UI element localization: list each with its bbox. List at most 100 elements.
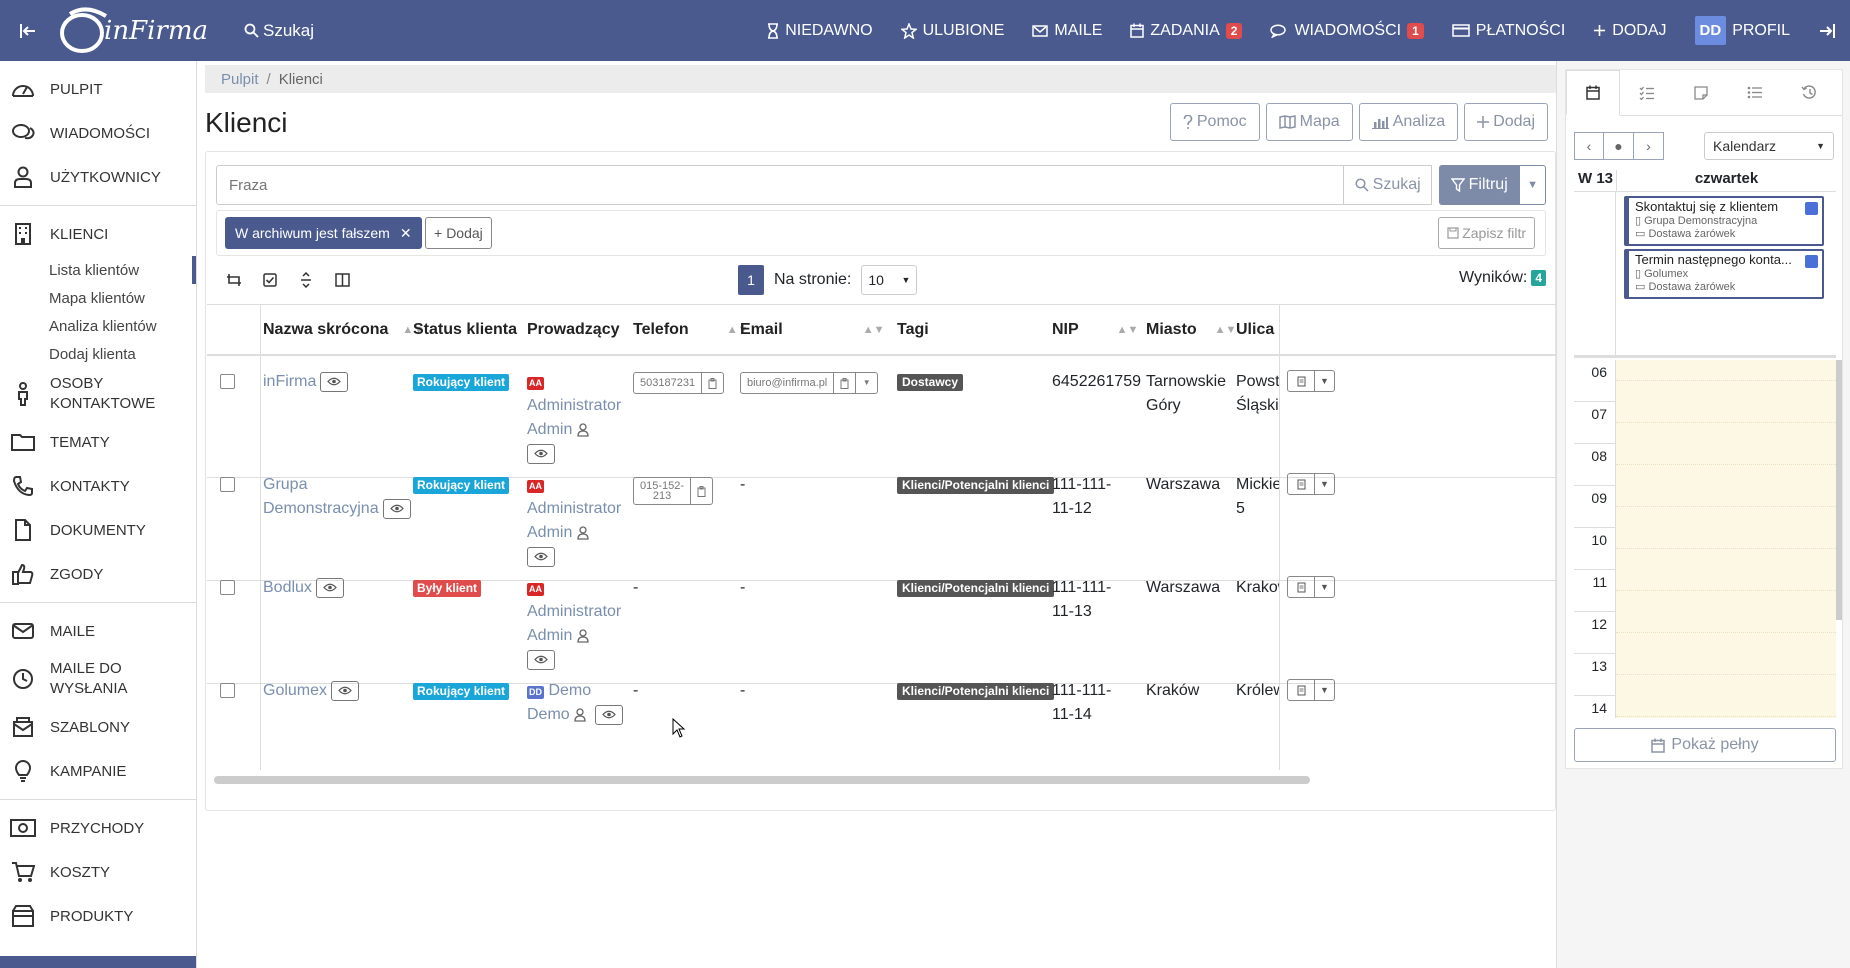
sidebar-item-dokumenty[interactable]: DOKUMENTY bbox=[0, 508, 196, 552]
owner-first-name[interactable]: Administrator bbox=[527, 500, 621, 517]
save-filter-button[interactable]: Zapisz filtr bbox=[1438, 217, 1535, 249]
header-phone[interactable]: Telefon ▲▼ bbox=[633, 305, 748, 355]
calendar-event[interactable]: Skontaktuj się z klientem ▯ Grupa Demons… bbox=[1624, 196, 1824, 246]
sidebar-item-klienci[interactable]: KLIENCI bbox=[0, 212, 196, 256]
calendar-view-select[interactable]: Kalendarz ▼ bbox=[1704, 132, 1834, 160]
hour-slot[interactable]: 07 bbox=[1574, 402, 1836, 444]
owner-last-name[interactable]: Admin bbox=[527, 421, 572, 438]
row-checkbox[interactable] bbox=[220, 683, 235, 698]
hour-slot[interactable]: 09 bbox=[1574, 486, 1836, 528]
hour-slot[interactable]: 06 bbox=[1574, 360, 1836, 402]
horizontal-scrollbar[interactable] bbox=[214, 776, 1310, 784]
owner-last-name[interactable]: Admin bbox=[527, 524, 572, 541]
sidebar-item-maile-do-wyslania[interactable]: MAILE DO WYSŁANIA bbox=[0, 653, 196, 705]
sidebar-item-uzytkownicy[interactable]: UŻYTKOWNICY bbox=[0, 155, 196, 199]
reorder-columns-button[interactable] bbox=[216, 273, 252, 287]
tab-tasks[interactable] bbox=[1620, 70, 1674, 115]
hour-slot[interactable]: 11 bbox=[1574, 570, 1836, 612]
row-checkbox[interactable] bbox=[220, 477, 235, 492]
client-name-link[interactable]: Golumex bbox=[263, 682, 327, 699]
nav-payments[interactable]: PŁATNOŚCI bbox=[1438, 0, 1580, 61]
preview-button[interactable] bbox=[315, 577, 344, 598]
sidebar-item-przychody[interactable]: PRZYCHODY bbox=[0, 806, 196, 850]
sidebar-item-pulpit[interactable]: PULPIT bbox=[0, 67, 196, 111]
sidebar-sub-dodaj-klienta[interactable]: Dodaj klienta bbox=[0, 340, 196, 368]
search-button[interactable]: Szukaj bbox=[1344, 165, 1433, 205]
tab-list[interactable] bbox=[1728, 70, 1782, 115]
map-button[interactable]: Mapa bbox=[1265, 103, 1353, 141]
clipboard-icon[interactable] bbox=[701, 373, 723, 393]
client-name-link[interactable]: Bodlux bbox=[263, 579, 312, 596]
client-name-line-2[interactable]: Demonstracyjna bbox=[263, 500, 379, 517]
sidebar-item-produkty[interactable]: PRODUKTY bbox=[0, 894, 196, 938]
filter-chip-archive[interactable]: W archiwum jest fałszem ✕ bbox=[225, 217, 422, 249]
preview-button[interactable] bbox=[331, 680, 360, 701]
row-edit-button[interactable] bbox=[1287, 679, 1315, 701]
tab-calendar[interactable] bbox=[1566, 70, 1620, 116]
owner-first-name[interactable]: Administrator bbox=[527, 397, 621, 414]
row-edit-button[interactable] bbox=[1287, 473, 1315, 495]
nav-mails[interactable]: MAILE bbox=[1018, 0, 1116, 61]
sidebar-item-wiadomosci[interactable]: WIADOMOŚCI bbox=[0, 111, 196, 155]
calendar-scrollbar[interactable] bbox=[1836, 360, 1842, 620]
columns-button[interactable] bbox=[324, 273, 360, 287]
header-nip[interactable]: NIP ▲▼ bbox=[1052, 305, 1138, 355]
page-1-button[interactable]: 1 bbox=[738, 265, 764, 295]
analysis-button[interactable]: Analiza bbox=[1358, 103, 1459, 141]
preview-button[interactable] bbox=[382, 498, 411, 519]
row-actions-dropdown[interactable]: ▼ bbox=[1315, 473, 1335, 495]
logo[interactable]: inFirma bbox=[56, 0, 216, 61]
nav-messages[interactable]: WIADOMOŚCI 1 bbox=[1256, 0, 1437, 61]
sidebar-item-koszty[interactable]: KOSZTY bbox=[0, 850, 196, 894]
sidebar-item-tematy[interactable]: TEMATY bbox=[0, 420, 196, 464]
row-actions-dropdown[interactable]: ▼ bbox=[1315, 370, 1335, 392]
hour-slot[interactable]: 08 bbox=[1574, 444, 1836, 486]
row-checkbox[interactable] bbox=[220, 580, 235, 595]
sidebar-sub-lista-klientow[interactable]: Lista klientów bbox=[0, 256, 196, 284]
phone-field[interactable]: 503187231 bbox=[633, 372, 725, 394]
hour-slot[interactable]: 13 bbox=[1574, 654, 1836, 696]
breadcrumb-home[interactable]: Pulpit bbox=[221, 71, 259, 88]
sidebar-item-zgody[interactable]: ZGODY bbox=[0, 552, 196, 596]
tab-history[interactable] bbox=[1782, 70, 1836, 115]
row-actions-dropdown[interactable]: ▼ bbox=[1315, 576, 1335, 598]
nav-favorites[interactable]: ULUBIONE bbox=[887, 0, 1019, 61]
owner-preview-button[interactable] bbox=[594, 704, 623, 725]
calendar-event[interactable]: Termin następnego konta... ▯ Golumex ▭ D… bbox=[1624, 249, 1824, 299]
header-email[interactable]: Email ▲▼ bbox=[740, 305, 884, 355]
row-actions-dropdown[interactable]: ▼ bbox=[1315, 679, 1335, 701]
calendar-next-button[interactable]: › bbox=[1634, 132, 1664, 160]
owner-last-name[interactable]: Demo bbox=[527, 706, 570, 723]
filter-button[interactable]: Filtruj bbox=[1439, 165, 1520, 205]
collapse-sidebar-button[interactable] bbox=[0, 0, 56, 61]
calendar-today-button[interactable]: ● bbox=[1604, 132, 1634, 160]
add-filter-button[interactable]: + Dodaj bbox=[425, 217, 492, 249]
header-name[interactable]: Nazwa skrócona ▲▼ bbox=[263, 305, 424, 355]
header-city[interactable]: Miasto ▲▼ bbox=[1146, 305, 1236, 355]
select-all-button[interactable] bbox=[252, 273, 288, 287]
collapse-right-panel-button[interactable] bbox=[1804, 23, 1850, 39]
row-edit-button[interactable] bbox=[1287, 576, 1315, 598]
sidebar-sub-mapa-klientow[interactable]: Mapa klientów bbox=[0, 284, 196, 312]
client-name-line-1[interactable]: Grupa bbox=[263, 476, 307, 493]
email-field[interactable]: biuro@infirma.pl ▼ bbox=[740, 372, 879, 394]
filter-dropdown-toggle[interactable]: ▼ bbox=[1519, 165, 1546, 205]
nav-profile[interactable]: DD PROFIL bbox=[1681, 0, 1804, 61]
tab-notes[interactable] bbox=[1674, 70, 1728, 115]
sidebar-item-szablony[interactable]: SZABLONY bbox=[0, 705, 196, 749]
owner-last-name[interactable]: Admin bbox=[527, 627, 572, 644]
nav-recent[interactable]: NIEDAWNO bbox=[753, 0, 886, 61]
calendar-prev-button[interactable]: ‹ bbox=[1574, 132, 1604, 160]
help-button[interactable]: Pomoc bbox=[1169, 103, 1260, 141]
clipboard-icon[interactable] bbox=[690, 478, 712, 504]
sidebar-sub-analiza-klientow[interactable]: Analiza klientów bbox=[0, 312, 196, 340]
row-height-button[interactable] bbox=[288, 272, 324, 288]
phone-field[interactable]: 015-152- 213 bbox=[633, 477, 714, 505]
nav-tasks[interactable]: ZADANIA 2 bbox=[1116, 0, 1256, 61]
sidebar-item-osoby-kontaktowe[interactable]: OSOBY KONTAKTOWE bbox=[0, 368, 196, 420]
client-name-link[interactable]: inFirma bbox=[263, 373, 316, 390]
close-icon[interactable]: ✕ bbox=[400, 225, 412, 242]
sidebar-item-kontakty[interactable]: KONTAKTY bbox=[0, 464, 196, 508]
add-client-button[interactable]: Dodaj bbox=[1464, 103, 1548, 141]
hour-slot[interactable]: 10 bbox=[1574, 528, 1836, 570]
